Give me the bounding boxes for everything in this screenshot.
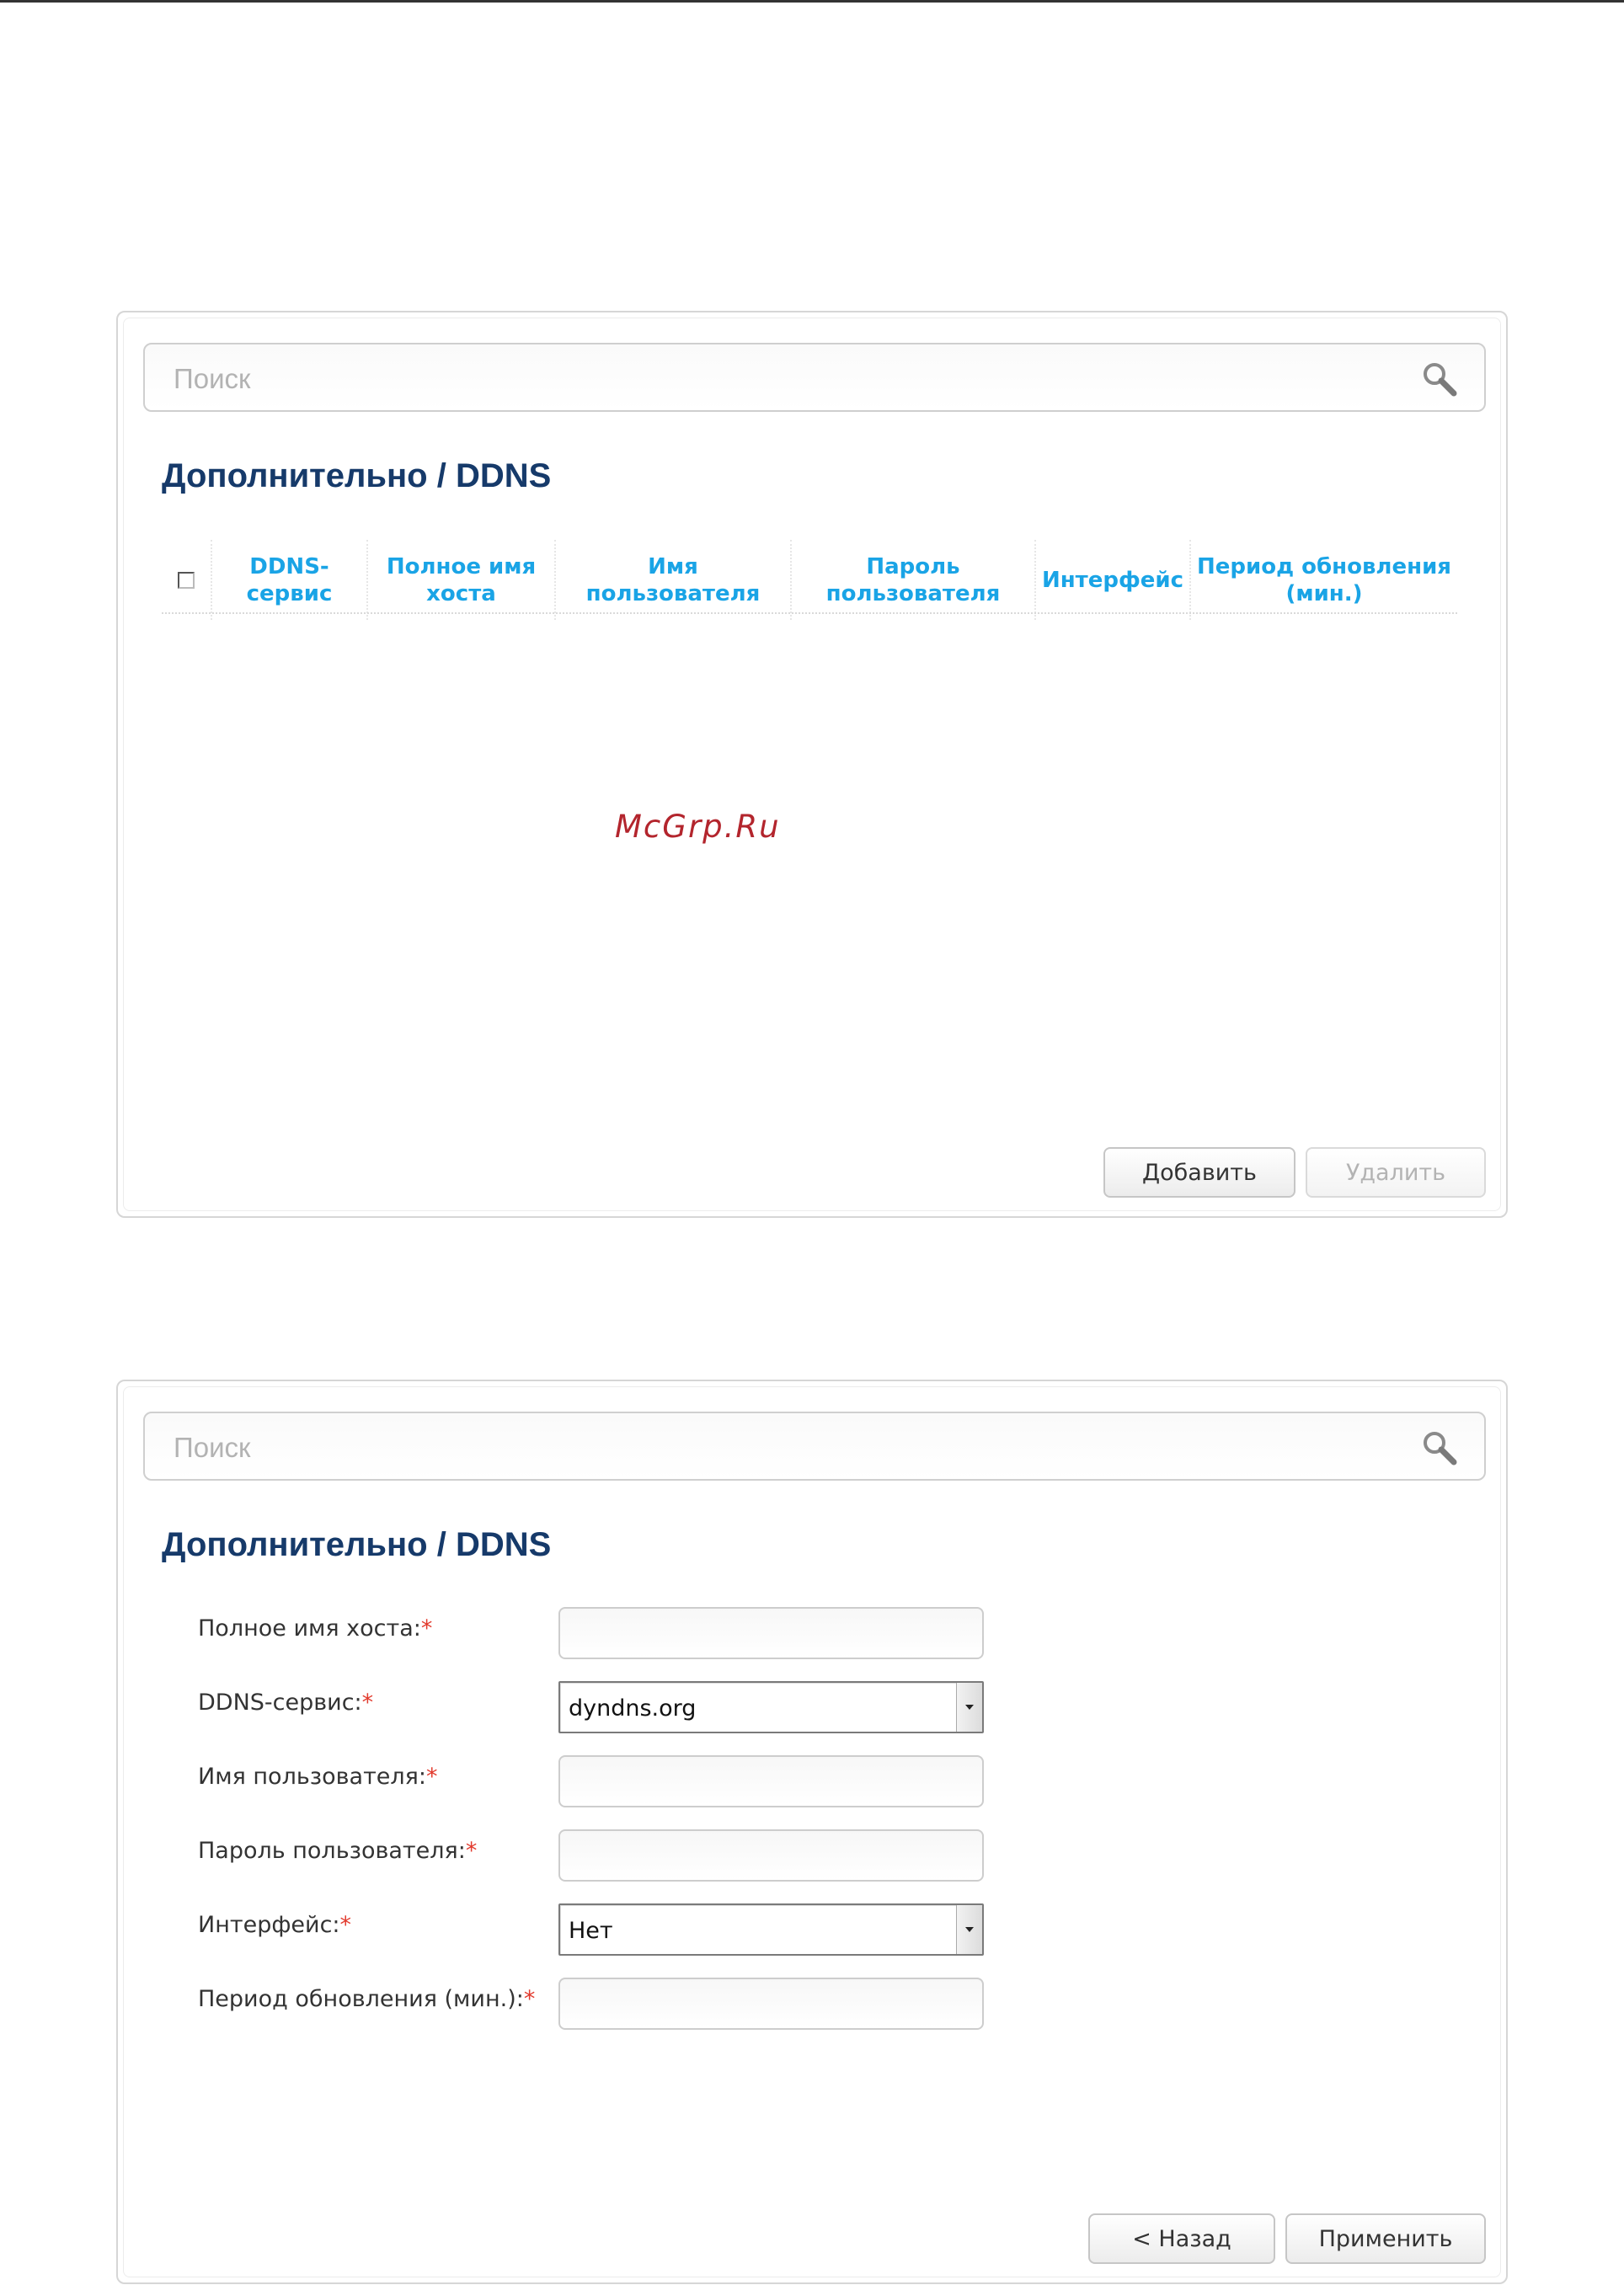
ddns-service-select[interactable]: dyndns.org [558, 1681, 984, 1733]
form-row-interface: Интерфейс:* Нет [198, 1903, 1040, 1957]
label-text: Полное имя хоста: [198, 1615, 421, 1642]
column-header-hostname[interactable]: Полное имя хоста [368, 540, 556, 620]
page-top-rule [0, 0, 1624, 3]
back-button[interactable]: < Назад [1088, 2213, 1275, 2264]
search-input[interactable]: Поиск [143, 1412, 1486, 1481]
add-button[interactable]: Добавить [1103, 1147, 1295, 1198]
column-header-update-period[interactable]: Период обновления (мин.) [1191, 540, 1457, 620]
required-mark: * [523, 1986, 536, 2012]
required-mark: * [420, 1615, 433, 1642]
search-placeholder: Поиск [174, 363, 251, 394]
column-label: Интерфейс [1041, 567, 1184, 593]
label-text: Интерфейс: [198, 1912, 340, 1938]
column-header-ddns-service[interactable]: DDNS- сервис [212, 540, 368, 620]
ddns-edit-panel: Поиск Дополнительно / DDNS Полное имя хо… [116, 1380, 1508, 2284]
required-mark: * [361, 1690, 374, 1716]
label-text: Пароль пользователя: [198, 1838, 466, 1864]
form-row-update-period: Период обновления (мин.):* [198, 1978, 1040, 2031]
username-label: Имя пользователя:* [198, 1764, 438, 1790]
table-divider [162, 612, 1457, 614]
required-mark: * [465, 1838, 478, 1864]
search-placeholder: Поиск [174, 1432, 251, 1463]
hostname-field[interactable] [558, 1607, 984, 1659]
column-header-username[interactable]: Имя пользователя [556, 540, 792, 620]
select-all-checkbox[interactable] [178, 571, 195, 589]
password-field[interactable] [558, 1829, 984, 1882]
column-label: Имя пользователя [585, 553, 761, 606]
column-header-password[interactable]: Пароль пользователя [792, 540, 1036, 620]
password-label: Пароль пользователя:* [198, 1838, 477, 1864]
column-label: Полное имя хоста [386, 553, 537, 606]
selected-value: Нет [569, 1918, 613, 1944]
search-icon[interactable] [1420, 1428, 1459, 1467]
select-all-cell [162, 540, 212, 620]
ddns-list-panel: Поиск Дополнительно / DDNS DDNS- сервис … [116, 311, 1508, 1218]
label-text: Период обновления (мин.): [198, 1986, 524, 2012]
search-input[interactable]: Поиск [143, 343, 1486, 412]
label-text: DDNS-сервис: [198, 1690, 362, 1716]
username-field[interactable] [558, 1755, 984, 1807]
column-header-interface[interactable]: Интерфейс [1036, 540, 1191, 620]
form-row-ddns-service: DDNS-сервис:* dyndns.org [198, 1681, 1040, 1735]
dropdown-arrow-icon[interactable] [956, 1905, 982, 1954]
search-icon[interactable] [1420, 360, 1459, 398]
update-period-field[interactable] [558, 1978, 984, 2030]
required-mark: * [426, 1764, 438, 1790]
ddns-service-label: DDNS-сервис:* [198, 1690, 373, 1716]
form-row-hostname: Полное имя хоста:* [198, 1607, 1040, 1661]
table-header: DDNS- сервис Полное имя хоста Имя пользо… [162, 540, 1457, 620]
watermark: McGrp.Ru [615, 809, 781, 845]
column-label: DDNS- сервис [246, 553, 333, 606]
column-label: Пароль пользователя [825, 553, 1001, 606]
hostname-label: Полное имя хоста:* [198, 1615, 432, 1642]
form-row-password: Пароль пользователя:* [198, 1829, 1040, 1883]
update-period-label: Период обновления (мин.):* [198, 1986, 535, 2012]
interface-select[interactable]: Нет [558, 1903, 984, 1956]
delete-button[interactable]: Удалить [1306, 1147, 1486, 1198]
page-title: Дополнительно / DDNS [162, 457, 552, 494]
selected-value: dyndns.org [569, 1695, 697, 1722]
interface-label: Интерфейс:* [198, 1912, 351, 1938]
page-title: Дополнительно / DDNS [162, 1526, 552, 1563]
dropdown-arrow-icon[interactable] [956, 1683, 982, 1732]
label-text: Имя пользователя: [198, 1764, 427, 1790]
form-row-username: Имя пользователя:* [198, 1755, 1040, 1809]
apply-button[interactable]: Применить [1285, 2213, 1486, 2264]
column-label: Период обновления (мин.) [1197, 553, 1451, 606]
required-mark: * [339, 1912, 352, 1938]
